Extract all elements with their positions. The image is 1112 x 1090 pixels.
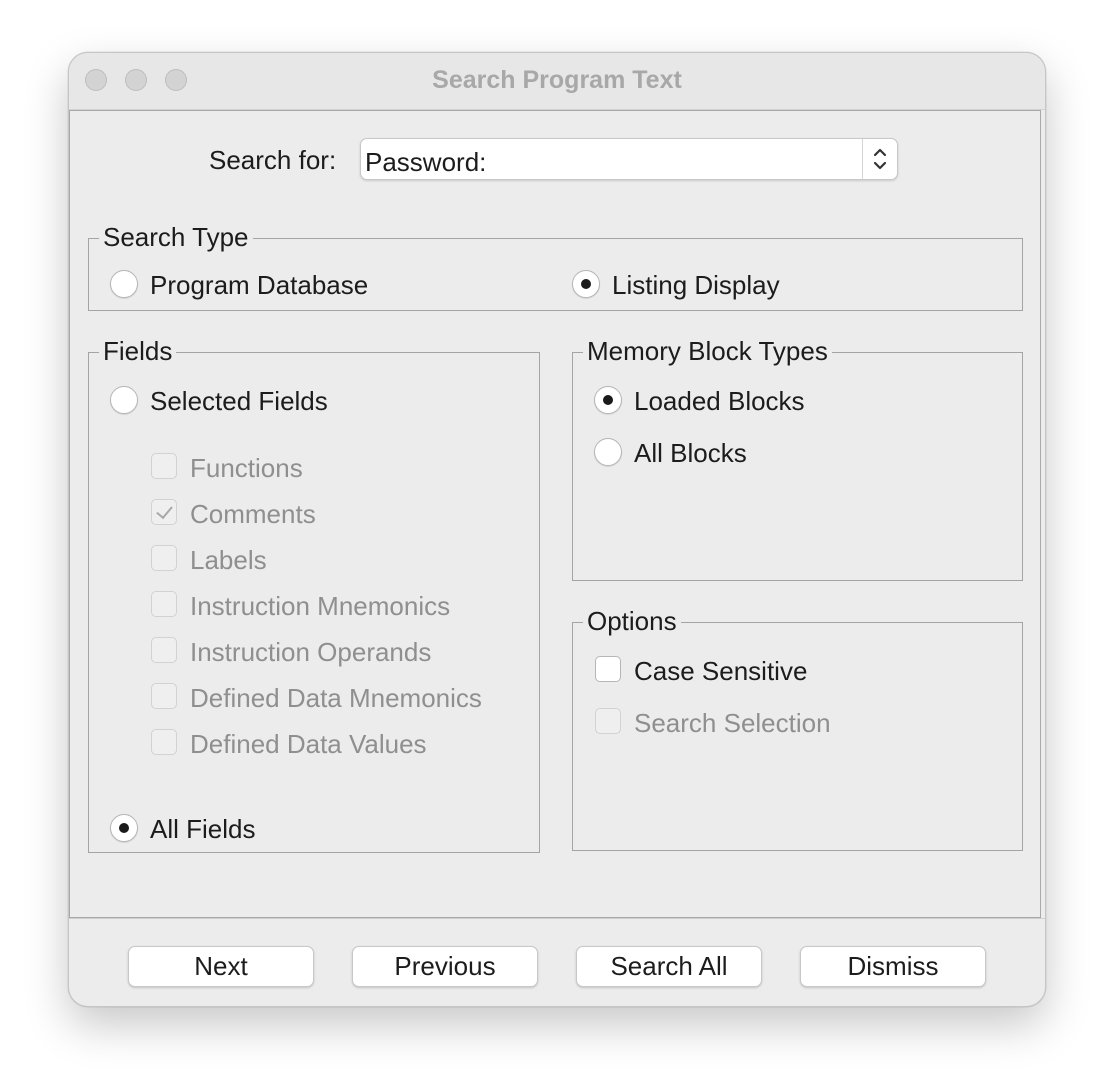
- all-fields-radio[interactable]: [110, 814, 138, 842]
- footer-divider: [69, 918, 1045, 919]
- loaded-blocks-label[interactable]: Loaded Blocks: [634, 386, 805, 417]
- instruction-mnemonics-label[interactable]: Instruction Mnemonics: [190, 591, 450, 622]
- search-selection-checkbox[interactable]: [595, 708, 621, 734]
- title-bar: Search Program Text: [69, 53, 1045, 110]
- selected-fields-radio[interactable]: [110, 386, 138, 414]
- fields-legend: Fields: [99, 336, 177, 367]
- case-sensitive-checkbox[interactable]: [595, 656, 621, 682]
- search-type-legend: Search Type: [99, 222, 253, 253]
- search-for-value[interactable]: Password:: [365, 147, 486, 178]
- search-selection-label[interactable]: Search Selection: [634, 708, 831, 739]
- search-type-group: Search Type Program Database Listing Dis…: [88, 222, 1023, 311]
- search-for-combobox[interactable]: Password:: [360, 138, 898, 180]
- labels-label[interactable]: Labels: [190, 545, 267, 576]
- search-all-button[interactable]: Search All: [576, 946, 762, 987]
- all-blocks-radio[interactable]: [594, 438, 622, 466]
- dismiss-button[interactable]: Dismiss: [800, 946, 986, 987]
- instruction-operands-checkbox[interactable]: [151, 637, 177, 663]
- comments-checkbox[interactable]: [151, 499, 177, 525]
- labels-checkbox[interactable]: [151, 545, 177, 571]
- window-title: Search Program Text: [432, 66, 682, 94]
- program-database-radio[interactable]: [110, 270, 138, 298]
- chevron-up-down-icon[interactable]: [862, 139, 897, 179]
- memory-block-types-legend: Memory Block Types: [583, 336, 832, 367]
- previous-button[interactable]: Previous: [352, 946, 538, 987]
- defined-data-mnemonics-checkbox[interactable]: [151, 683, 177, 709]
- comments-label[interactable]: Comments: [190, 499, 316, 530]
- instruction-mnemonics-checkbox[interactable]: [151, 591, 177, 617]
- listing-display-label[interactable]: Listing Display: [612, 270, 780, 301]
- options-group: Options Case Sensitive Search Selection: [572, 606, 1023, 851]
- search-for-label: Search for:: [209, 145, 337, 175]
- search-program-text-dialog: Search Program Text Search for: Password…: [68, 52, 1046, 1007]
- instruction-operands-label[interactable]: Instruction Operands: [190, 637, 431, 668]
- listing-display-radio[interactable]: [572, 270, 600, 298]
- memory-block-types-group: Memory Block Types Loaded Blocks All Blo…: [572, 336, 1023, 581]
- program-database-label[interactable]: Program Database: [150, 270, 368, 301]
- case-sensitive-label[interactable]: Case Sensitive: [634, 656, 807, 687]
- selected-fields-label[interactable]: Selected Fields: [150, 386, 328, 417]
- defined-data-mnemonics-label[interactable]: Defined Data Mnemonics: [190, 683, 482, 714]
- defined-data-values-label[interactable]: Defined Data Values: [190, 729, 427, 760]
- next-button[interactable]: Next: [128, 946, 314, 987]
- fields-group: Fields Selected Fields Functions Comment…: [88, 336, 540, 853]
- all-fields-label[interactable]: All Fields: [150, 814, 255, 845]
- defined-data-values-checkbox[interactable]: [151, 729, 177, 755]
- loaded-blocks-radio[interactable]: [594, 386, 622, 414]
- options-legend: Options: [583, 606, 681, 637]
- functions-checkbox[interactable]: [151, 453, 177, 479]
- functions-label[interactable]: Functions: [190, 453, 303, 484]
- all-blocks-label[interactable]: All Blocks: [634, 438, 747, 469]
- dialog-content: Search for: Password: Search Type Progra…: [69, 110, 1041, 918]
